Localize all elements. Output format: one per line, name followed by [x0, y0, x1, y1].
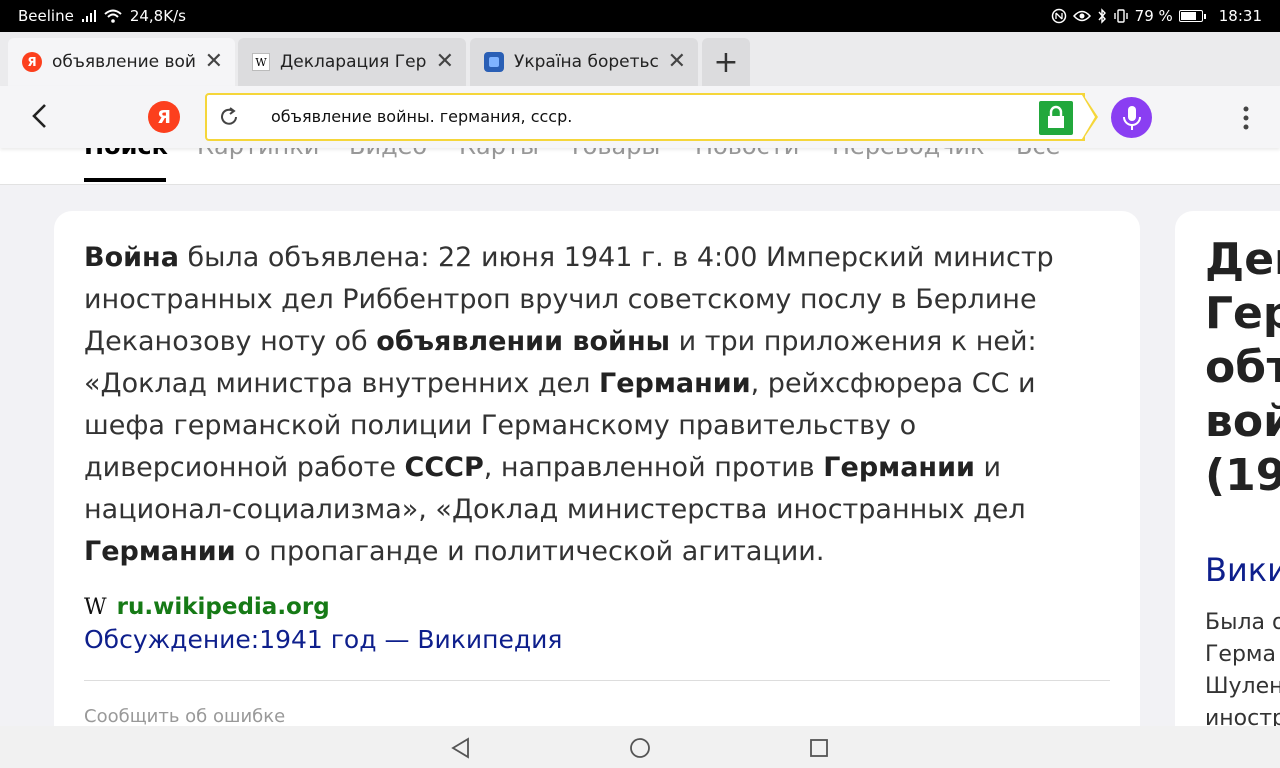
close-icon[interactable]: ✕ — [668, 51, 686, 73]
tab-ukraine[interactable]: Україна боретьс ✕ — [470, 38, 698, 86]
side-card-wiki-link[interactable]: Вики — [1205, 551, 1280, 589]
source-row[interactable]: W ru.wikipedia.org — [84, 594, 330, 620]
address-bar[interactable]: объявление войны. германия, ссср. — [205, 93, 1085, 141]
address-bar-tail-inner — [1082, 95, 1095, 139]
microphone-icon — [1122, 105, 1141, 130]
snippet-text: , направленной против — [483, 452, 824, 483]
wikipedia-icon: W — [84, 594, 107, 620]
nav-search[interactable]: Поиск — [84, 148, 168, 160]
active-tab-underline — [84, 178, 166, 182]
nav-translator[interactable]: Переводчик — [832, 148, 985, 160]
snippet-bold: СССР — [404, 452, 484, 483]
snippet-text: о пропаганде и политической агитации. — [235, 536, 825, 567]
nav-maps[interactable]: Карты — [459, 148, 539, 160]
network-speed: 24,8K/s — [129, 7, 186, 25]
back-arrow-icon[interactable] — [26, 102, 54, 130]
result-link[interactable]: Обсуждение:1941 год — Википедия — [84, 625, 562, 654]
tab-yandex-search[interactable]: Я объявление вой ✕ — [8, 38, 235, 86]
close-icon[interactable]: ✕ — [205, 51, 223, 73]
address-text[interactable]: объявление войны. германия, ссср. — [271, 107, 572, 126]
browser-toolbar: Я объявление войны. германия, ссср. — [0, 86, 1280, 148]
system-nav-bar — [0, 726, 1280, 768]
answer-card: Война была объявлена: 22 июня 1941 г. в … — [54, 211, 1140, 751]
nav-video[interactable]: Видео — [349, 148, 427, 160]
snippet-bold: объявлении войны — [376, 326, 671, 357]
nav-products[interactable]: Товары — [568, 148, 660, 160]
wifi-icon — [104, 9, 122, 23]
side-card-description: Была о Герма Шулен иностр — [1205, 610, 1280, 731]
plus-icon: + — [713, 44, 739, 80]
new-tab-button[interactable]: + — [702, 38, 750, 86]
search-nav: Поиск Картинки Видео Карты Товары Новост… — [0, 148, 1280, 185]
more-menu-icon[interactable] — [1236, 104, 1256, 132]
source-domain[interactable]: ru.wikipedia.org — [117, 594, 330, 620]
battery-percent: 79 % — [1134, 7, 1173, 25]
clock: 18:31 — [1218, 7, 1262, 25]
status-bar: Beeline 24,8K/s 79 % 18:31 — [0, 0, 1280, 32]
yandex-logo-button[interactable]: Я — [148, 101, 180, 133]
eye-icon — [1072, 10, 1091, 22]
voice-search-button[interactable] — [1111, 97, 1152, 138]
close-icon[interactable]: ✕ — [436, 51, 454, 73]
tab-strip: Я объявление вой ✕ W Декларация Гер ✕ Ук… — [0, 32, 1280, 86]
answer-snippet: Война была объявлена: 22 июня 1941 г. в … — [84, 237, 1124, 573]
chip-icon — [484, 52, 504, 72]
tab-title: Декларация Гер — [280, 52, 427, 72]
carrier-label: Beeline — [18, 7, 74, 25]
nav-all[interactable]: Все — [1016, 148, 1060, 160]
tab-title: Україна боретьс — [514, 52, 659, 72]
nav-recents-icon[interactable] — [808, 737, 830, 759]
signal-icon — [81, 10, 96, 22]
yandex-icon: Я — [22, 52, 42, 72]
snippet-bold: Германии — [599, 368, 751, 399]
nav-back-icon[interactable] — [450, 737, 472, 759]
side-card: Дек Гер объ вой (194 Вики Была о Герма Ш… — [1175, 211, 1280, 751]
nav-news[interactable]: Новости — [695, 148, 799, 160]
divider — [84, 680, 1110, 681]
wikipedia-icon: W — [252, 53, 270, 71]
report-error-link[interactable]: Сообщить об ошибке — [84, 706, 285, 727]
snippet-bold: Германии — [84, 536, 236, 567]
side-card-heading: Дек Гер объ вой (194 — [1205, 234, 1280, 501]
tab-title: объявление вой — [52, 52, 196, 72]
vibrate-icon — [1113, 9, 1128, 23]
reload-icon[interactable] — [217, 105, 241, 129]
bluetooth-icon — [1098, 8, 1106, 24]
nav-home-icon[interactable] — [629, 737, 651, 759]
snippet-bold: Германии — [823, 452, 975, 483]
battery-icon — [1178, 10, 1206, 22]
tab-wikipedia-declaration[interactable]: W Декларация Гер ✕ — [238, 38, 466, 86]
nav-images[interactable]: Картинки — [197, 148, 319, 160]
lock-icon[interactable] — [1039, 101, 1073, 135]
nfc-icon — [1051, 8, 1066, 24]
snippet-bold: Война — [84, 242, 179, 273]
